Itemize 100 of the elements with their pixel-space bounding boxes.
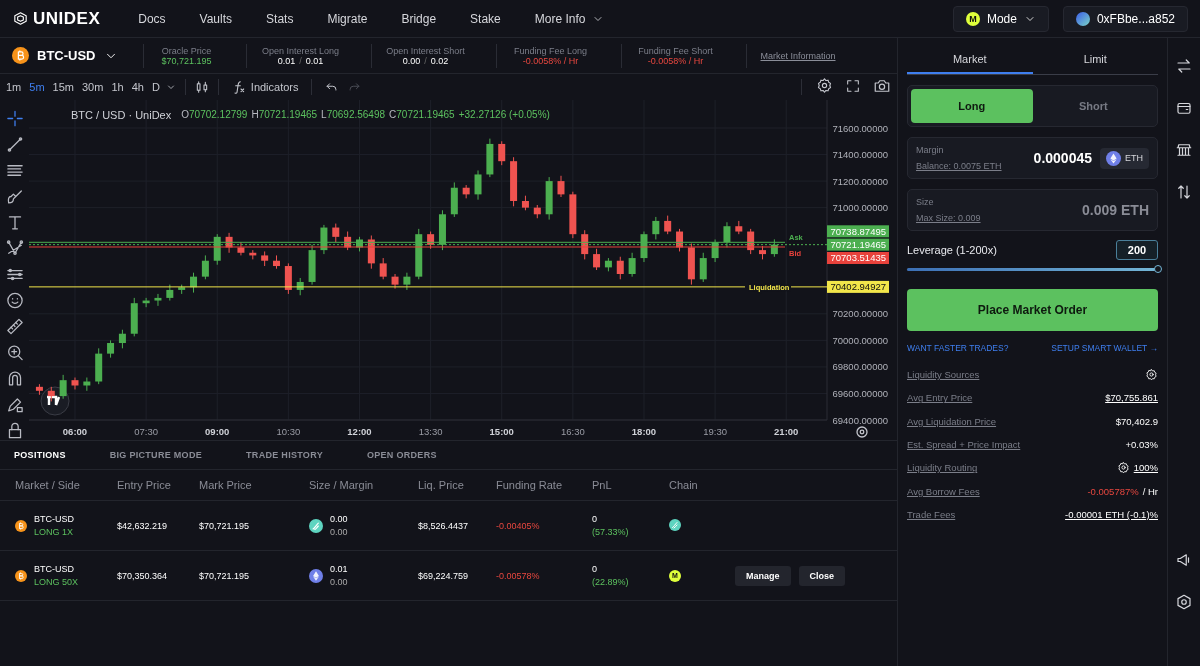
margin-input[interactable]: 0.000045 bbox=[1001, 150, 1092, 166]
axis-label: 15:00 bbox=[489, 426, 514, 437]
wallet-button[interactable]: 0xFBbe...a852 bbox=[1062, 5, 1188, 32]
nav-link[interactable]: Stake bbox=[470, 11, 501, 26]
candle bbox=[356, 236, 363, 252]
candle bbox=[747, 228, 755, 255]
balance-link[interactable]: Balance: 0.0075 ETH bbox=[916, 161, 1002, 171]
candle bbox=[474, 170, 482, 201]
interval-tab[interactable]: 4h bbox=[128, 81, 147, 93]
candle bbox=[450, 181, 458, 218]
size-field[interactable]: Size Max Size: 0.009 0.009 ETH bbox=[907, 189, 1158, 231]
network-button[interactable]: M Mode bbox=[952, 5, 1049, 32]
position-side: LONG 1X bbox=[34, 527, 74, 537]
side-toggle[interactable]: Long bbox=[911, 89, 1033, 123]
ruler-icon[interactable] bbox=[4, 317, 25, 336]
smiley-icon[interactable] bbox=[4, 291, 25, 310]
nav-link[interactable]: More Info bbox=[534, 11, 604, 26]
detail-value: 100% bbox=[1133, 462, 1158, 474]
nav-link[interactable]: Stats bbox=[266, 11, 294, 26]
indicators-button[interactable]: Indicators bbox=[226, 79, 303, 95]
candle bbox=[569, 191, 577, 239]
axis-label: 13:30 bbox=[418, 426, 443, 437]
settings-icon[interactable] bbox=[816, 77, 833, 94]
candle bbox=[35, 383, 43, 396]
order-type-tab[interactable]: Market bbox=[907, 46, 1033, 74]
max-size-link[interactable]: Max Size: 0.009 bbox=[916, 213, 981, 223]
positions-tab[interactable]: OPEN ORDERS bbox=[366, 450, 437, 460]
settings-icon[interactable] bbox=[1175, 593, 1193, 611]
detail-label: Avg Entry Price bbox=[907, 392, 973, 404]
coin-icon bbox=[15, 569, 27, 582]
nav-link[interactable]: Migrate bbox=[327, 11, 368, 26]
action-button[interactable]: Close bbox=[798, 565, 846, 586]
token-selector[interactable]: ETH bbox=[1100, 147, 1149, 169]
sort-icon[interactable] bbox=[1175, 183, 1193, 201]
side-toggle[interactable]: Short bbox=[1032, 89, 1154, 123]
bank-icon[interactable] bbox=[1175, 141, 1193, 159]
size-input[interactable]: 0.009 ETH bbox=[980, 202, 1149, 218]
candle bbox=[83, 377, 91, 392]
axis-label: 16:30 bbox=[560, 426, 585, 437]
fullscreen-icon[interactable] bbox=[845, 77, 861, 94]
nav-link[interactable]: Bridge bbox=[401, 11, 437, 26]
pattern-icon[interactable] bbox=[4, 239, 25, 258]
column-header: Entry Price bbox=[117, 479, 172, 491]
crosshair-icon[interactable] bbox=[4, 109, 25, 128]
leverage-input[interactable]: 200 bbox=[1116, 240, 1158, 260]
order-type-tab[interactable]: Limit bbox=[1032, 46, 1158, 74]
axis-label: 69400.00000 bbox=[832, 414, 888, 426]
interval-tab[interactable]: 1m bbox=[3, 81, 25, 93]
swap-icon[interactable] bbox=[1175, 57, 1193, 75]
positions-tab[interactable]: POSITIONS bbox=[14, 450, 66, 460]
candle bbox=[545, 176, 553, 221]
settings-icon[interactable] bbox=[856, 426, 868, 438]
stat-value: $70,721.195 bbox=[161, 55, 212, 66]
positions-tab[interactable]: TRADE HISTORY bbox=[246, 450, 323, 460]
nav-link[interactable]: Vaults bbox=[199, 11, 233, 26]
market-info-link[interactable]: Market Information bbox=[760, 50, 836, 61]
candle bbox=[130, 297, 138, 337]
smart-wallet-link[interactable]: SETUP SMART WALLET → bbox=[1051, 343, 1158, 353]
interval-tab[interactable]: 15m bbox=[49, 81, 77, 93]
axis-label: 71600.00000 bbox=[832, 122, 888, 134]
detail-value: $70,402.9 bbox=[1115, 415, 1158, 427]
axis-label: 21:00 bbox=[774, 426, 799, 437]
positions-tab[interactable]: BIG PICTURE MODE bbox=[109, 450, 203, 460]
interval-tab[interactable]: 5m bbox=[26, 81, 48, 93]
axis-label: 12:00 bbox=[347, 426, 372, 437]
candle bbox=[59, 374, 67, 400]
candle bbox=[107, 339, 115, 359]
candle bbox=[332, 223, 340, 243]
gear-icon bbox=[1145, 368, 1158, 382]
interval-tab[interactable]: D bbox=[148, 81, 163, 93]
table-cell-text: $70,721.195 bbox=[199, 570, 251, 581]
place-order-button[interactable]: Place Market Order bbox=[907, 289, 1158, 331]
field-label: Size bbox=[916, 197, 935, 207]
candle bbox=[201, 254, 209, 280]
interval-tab[interactable]: 1h bbox=[108, 81, 127, 93]
candle bbox=[699, 252, 707, 283]
candle bbox=[604, 257, 612, 272]
candle bbox=[628, 252, 636, 278]
candle bbox=[308, 244, 316, 286]
axis-label: 06:00 bbox=[62, 426, 88, 437]
gear-icon bbox=[1116, 461, 1130, 475]
margin-value: 0.00 bbox=[330, 577, 348, 587]
candle bbox=[462, 184, 470, 199]
nav-link[interactable]: Docs bbox=[138, 11, 166, 26]
candle bbox=[403, 272, 411, 291]
detail-value: $70,755.861 bbox=[1105, 392, 1158, 404]
price-tag: 70703.51435 bbox=[827, 252, 889, 264]
action-button[interactable]: Manage bbox=[735, 565, 791, 586]
detail-label: Avg Borrow Fees bbox=[907, 485, 980, 497]
candle bbox=[154, 293, 162, 307]
interval-tab[interactable]: 30m bbox=[78, 81, 107, 93]
candle bbox=[687, 243, 695, 286]
detail-label: Liquidity Sources bbox=[907, 369, 980, 381]
stat-label: Funding Fee Short bbox=[638, 45, 713, 56]
pair-selector[interactable]: BTC-USD bbox=[12, 43, 144, 68]
candle bbox=[47, 386, 55, 402]
stat-value: -0.0058% / Hr bbox=[522, 55, 579, 66]
axis-label: 71200.00000 bbox=[832, 175, 888, 187]
detail-label: Trade Fees bbox=[907, 508, 956, 520]
table-cell-text: $70,721.195 bbox=[199, 520, 251, 531]
